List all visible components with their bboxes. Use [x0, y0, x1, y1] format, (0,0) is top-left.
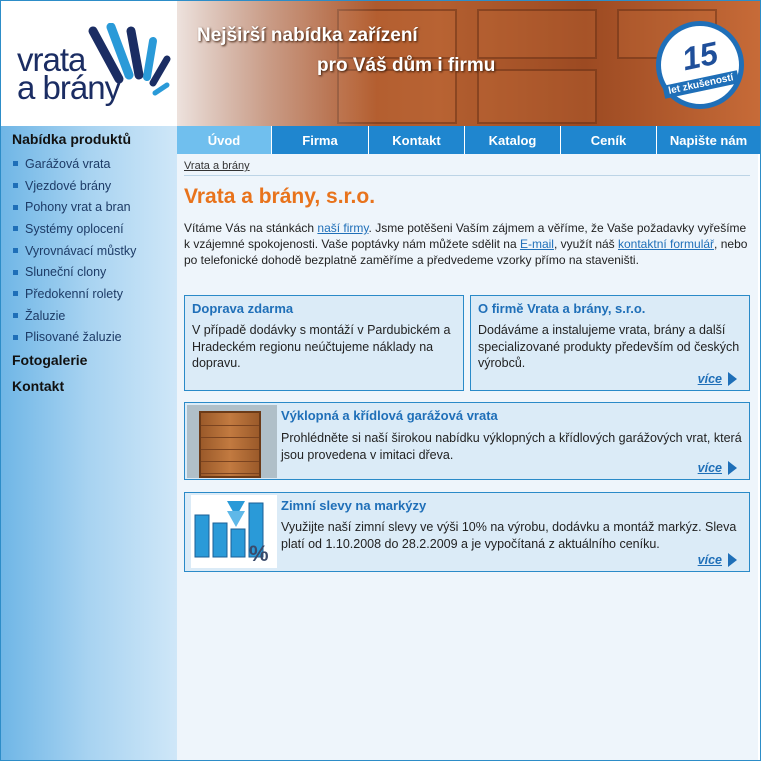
sidebar-item[interactable]: Sluneční clony: [13, 261, 136, 283]
sidebar-item-label: Garážová vrata: [25, 156, 111, 171]
breadcrumb-divider: [184, 175, 750, 176]
more-label: více: [697, 372, 722, 386]
main-nav: Úvod Firma Kontakt Katalog Ceník Napište…: [177, 126, 760, 154]
intro-paragraph: Vítáme Vás na stánkách naší firmy. Jsme …: [184, 220, 750, 268]
box-text: V případě dodávky s montáží v Pardubické…: [192, 323, 451, 370]
sidebar-item-label: Vyrovnávací můstky: [25, 243, 137, 258]
logo[interactable]: vrata a brány: [1, 1, 177, 126]
more-link[interactable]: více: [698, 461, 737, 475]
tab-napiste-nam[interactable]: Napište nám: [657, 126, 760, 154]
box-title[interactable]: O firmě Vrata a brány, s.r.o.: [478, 301, 645, 316]
tab-kontakt[interactable]: Kontakt: [369, 126, 465, 154]
contact-form-link[interactable]: kontaktní formulář: [618, 237, 714, 251]
sidebar-item-label: Vjezdové brány: [25, 178, 112, 193]
sidebar-contact-link[interactable]: Kontakt: [12, 378, 64, 394]
sidebar-heading[interactable]: Nabídka produktů: [12, 131, 131, 147]
bullet-icon: [13, 313, 18, 319]
arrow-right-icon: [728, 372, 737, 386]
box-title[interactable]: Výklopná a křídlová garážová vrata: [281, 408, 498, 423]
sidebar-item-label: Pohony vrat a bran: [25, 200, 131, 215]
svg-text:%: %: [249, 541, 269, 566]
sidebar-item-label: Žaluzie: [25, 308, 66, 323]
info-box-garage-doors: Výklopná a křídlová garážová vrata Prohl…: [184, 402, 750, 480]
sidebar: Nabídka produktů Garážová vrata Vjezdové…: [1, 126, 177, 760]
box-text: Využijte naší zimní slevy ve výši 10% na…: [281, 520, 737, 551]
sidebar-item[interactable]: Systémy oplocení: [13, 218, 136, 240]
discount-image[interactable]: %: [191, 495, 277, 568]
sidebar-item[interactable]: Předokenní rolety: [13, 283, 136, 305]
intro-text: Vítáme Vás na stánkách: [184, 221, 318, 235]
more-label: více: [697, 461, 722, 475]
box-text: Dodáváme a instalujeme vrata, brány a da…: [478, 323, 740, 370]
sidebar-item[interactable]: Vjezdové brány: [13, 175, 136, 197]
arrow-right-icon: [728, 461, 737, 475]
sidebar-gallery-link[interactable]: Fotogalerie: [12, 352, 87, 368]
bullet-icon: [13, 183, 18, 189]
tab-firma[interactable]: Firma: [272, 126, 369, 154]
bullet-icon: [13, 226, 18, 232]
bullet-icon: [13, 269, 18, 275]
header: vrata a brány Nejširší nabídka zařízení …: [1, 1, 760, 126]
arrow-right-icon: [728, 553, 737, 567]
more-label: více: [697, 553, 722, 567]
main-content: Vrata a brány Vrata a brány, s.r.o. Vítá…: [177, 154, 758, 760]
box-title: Doprava zdarma: [192, 301, 294, 316]
box-title[interactable]: Zimní slevy na markýzy: [281, 498, 426, 513]
info-box-about: O firmě Vrata a brány, s.r.o. Dodáváme a…: [470, 295, 750, 391]
sidebar-item[interactable]: Vyrovnávací můstky: [13, 240, 136, 262]
info-box-transport: Doprava zdarma V případě dodávky s montá…: [184, 295, 464, 391]
slogan-line-1: Nejširší nabídka zařízení: [197, 25, 418, 46]
sidebar-item[interactable]: Pohony vrat a bran: [13, 196, 136, 218]
sidebar-item-label: Systémy oplocení: [25, 221, 124, 236]
discount-icon: %: [194, 501, 269, 566]
page-title: Vrata a brány, s.r.o.: [184, 185, 376, 208]
tab-uvod[interactable]: Úvod: [177, 126, 272, 154]
slogan-line-2: pro Váš dům i firmu: [317, 55, 496, 76]
info-box-awnings: % Zimní slevy na markýzy Využijte naší z…: [184, 492, 750, 572]
sidebar-menu: Garážová vrata Vjezdové brány Pohony vra…: [13, 153, 136, 348]
bullet-icon: [13, 161, 18, 167]
sidebar-item[interactable]: Garážová vrata: [13, 153, 136, 175]
breadcrumb[interactable]: Vrata a brány: [184, 160, 250, 172]
logo-line-2: a brány: [17, 69, 121, 106]
logo-text: vrata a brány: [17, 43, 137, 106]
page-frame: vrata a brány Nejširší nabídka zařízení …: [0, 0, 761, 761]
tab-katalog[interactable]: Katalog: [465, 126, 561, 154]
sidebar-item[interactable]: Plisované žaluzie: [13, 327, 136, 349]
sidebar-item-label: Plisované žaluzie: [25, 330, 122, 345]
sidebar-item[interactable]: Žaluzie: [13, 305, 136, 327]
email-link[interactable]: E-mail: [520, 237, 554, 251]
experience-badge: 15 let zkušeností: [656, 21, 744, 109]
bullet-icon: [13, 291, 18, 297]
garage-door-image[interactable]: [187, 405, 277, 478]
more-link[interactable]: více: [698, 372, 737, 386]
tab-cenik[interactable]: Ceník: [561, 126, 657, 154]
bullet-icon: [13, 204, 18, 210]
bullet-icon: [13, 248, 18, 254]
sidebar-item-label: Sluneční clony: [25, 265, 107, 280]
box-text: Prohlédněte si naší širokou nabídku výkl…: [281, 431, 742, 462]
more-link[interactable]: více: [698, 553, 737, 567]
company-link[interactable]: naší firmy: [317, 221, 368, 235]
intro-text: , využít náš: [553, 237, 618, 251]
sidebar-item-label: Předokenní rolety: [25, 286, 123, 301]
bullet-icon: [13, 334, 18, 340]
